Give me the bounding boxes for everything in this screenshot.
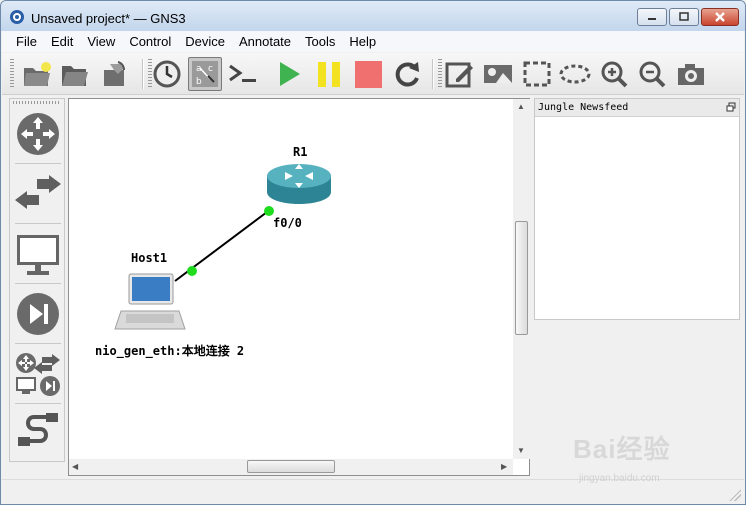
title-bar: Unsaved project* — GNS3 bbox=[1, 1, 745, 31]
reload-icon bbox=[395, 62, 419, 87]
main-toolbar: acb bbox=[2, 53, 744, 95]
all-devices-icon bbox=[16, 353, 60, 396]
app-window: Unsaved project* — GNS3 File Edit View C… bbox=[0, 0, 746, 505]
routers-icon bbox=[17, 113, 59, 155]
start-button[interactable] bbox=[272, 57, 306, 91]
stop-button[interactable] bbox=[351, 57, 385, 91]
menu-control[interactable]: Control bbox=[122, 31, 178, 52]
resize-grip-icon[interactable] bbox=[729, 489, 741, 501]
zoom-in-icon bbox=[601, 61, 628, 88]
screenshot-button[interactable] bbox=[674, 57, 708, 91]
add-link-icon bbox=[18, 413, 58, 446]
router-name-label[interactable]: R1 bbox=[293, 145, 307, 159]
gns3-app-icon bbox=[10, 10, 24, 24]
screenshot-icon bbox=[678, 64, 704, 85]
switches-button[interactable] bbox=[13, 165, 63, 223]
zoom-in-button[interactable] bbox=[597, 57, 631, 91]
open-project-button[interactable] bbox=[58, 57, 92, 91]
menu-annotate[interactable]: Annotate bbox=[232, 31, 298, 52]
end-devices-icon bbox=[17, 235, 59, 275]
menu-bar: File Edit View Control Device Annotate T… bbox=[2, 31, 744, 52]
zoom-out-button[interactable] bbox=[635, 57, 669, 91]
insert-picture-icon bbox=[484, 65, 512, 83]
console-button[interactable] bbox=[226, 57, 260, 91]
topology-drawing bbox=[114, 164, 331, 330]
svg-text:c: c bbox=[208, 64, 213, 74]
snapshot-clock-icon bbox=[153, 60, 181, 88]
zoom-out-icon bbox=[639, 61, 666, 88]
suspend-icon bbox=[318, 62, 340, 87]
draw-rectangle-button[interactable] bbox=[520, 57, 554, 91]
menu-view[interactable]: View bbox=[80, 31, 122, 52]
maximize-button[interactable] bbox=[669, 8, 699, 26]
draw-ellipse-button[interactable] bbox=[558, 57, 592, 91]
show-interface-labels-icon: a cb bbox=[192, 61, 218, 87]
watermark-url: jingyan.baidu.com bbox=[579, 473, 660, 484]
save-project-icon bbox=[104, 61, 125, 86]
insert-picture-button[interactable] bbox=[481, 57, 515, 91]
draw-rectangle-icon bbox=[523, 61, 551, 87]
router-port-label[interactable]: f0/0 bbox=[273, 216, 302, 230]
draw-ellipse-icon bbox=[559, 64, 591, 84]
vertical-scroll-thumb[interactable] bbox=[515, 221, 528, 335]
minimize-button[interactable] bbox=[637, 8, 667, 26]
scroll-left-icon[interactable]: ◀ bbox=[72, 462, 78, 471]
end-devices-button[interactable] bbox=[13, 225, 63, 283]
routers-button[interactable] bbox=[13, 105, 63, 163]
close-icon bbox=[715, 12, 725, 22]
router-r1-icon[interactable] bbox=[267, 164, 331, 204]
router-link-status-icon bbox=[264, 206, 274, 216]
device-sidebar bbox=[9, 98, 65, 462]
host-link-status-icon bbox=[187, 266, 197, 276]
canvas-vertical-scrollbar[interactable]: ▲ ▼ bbox=[513, 99, 530, 459]
scroll-right-icon[interactable]: ▶ bbox=[501, 462, 507, 471]
start-icon bbox=[280, 62, 300, 86]
add-note-button[interactable] bbox=[442, 57, 476, 91]
menu-device[interactable]: Device bbox=[178, 31, 232, 52]
host-interface-label[interactable]: nio_gen_eth:本地连接 2 bbox=[95, 342, 244, 359]
host1-computer-icon[interactable] bbox=[114, 273, 186, 330]
menu-help[interactable]: Help bbox=[342, 31, 383, 52]
watermark-logo: Bai经验 jingyan.baidu.com bbox=[573, 429, 713, 489]
open-project-icon bbox=[62, 66, 88, 86]
host-name-label[interactable]: Host1 bbox=[131, 251, 167, 265]
menu-file[interactable]: File bbox=[2, 31, 44, 52]
switches-icon bbox=[15, 175, 61, 209]
topology-canvas[interactable]: R1 f0/0 Host1 nio_gen_eth:本地连接 2 bbox=[68, 98, 530, 476]
add-link-button[interactable] bbox=[13, 405, 63, 463]
horizontal-scroll-thumb[interactable] bbox=[247, 460, 335, 473]
dock-header[interactable]: Jungle Newsfeed bbox=[535, 99, 739, 117]
scroll-down-icon[interactable]: ▼ bbox=[517, 446, 525, 455]
close-button[interactable] bbox=[701, 8, 739, 26]
security-devices-button[interactable] bbox=[13, 285, 63, 343]
scroll-up-icon[interactable]: ▲ bbox=[517, 102, 525, 111]
all-devices-button[interactable] bbox=[13, 345, 63, 403]
dock-title: Jungle Newsfeed bbox=[538, 102, 629, 113]
minimize-icon bbox=[648, 18, 656, 20]
window-title: Unsaved project* — GNS3 bbox=[31, 11, 186, 26]
newsfeed-dock: Jungle Newsfeed bbox=[534, 98, 740, 320]
svg-text:b: b bbox=[196, 77, 202, 87]
new-project-icon bbox=[24, 62, 51, 86]
console-icon bbox=[229, 64, 256, 82]
save-project-button[interactable] bbox=[98, 57, 132, 91]
canvas-horizontal-scrollbar[interactable]: ◀ ▶ bbox=[69, 459, 513, 475]
show-interface-labels-button[interactable]: acb bbox=[188, 57, 222, 91]
menu-tools[interactable]: Tools bbox=[298, 31, 342, 52]
suspend-button[interactable] bbox=[312, 57, 346, 91]
maximize-icon bbox=[679, 12, 689, 21]
snapshot-button[interactable] bbox=[150, 57, 184, 91]
toolbar-grip[interactable] bbox=[10, 59, 14, 89]
reload-button[interactable] bbox=[390, 57, 424, 91]
dock-float-icon[interactable] bbox=[726, 102, 736, 112]
add-note-icon bbox=[445, 62, 473, 88]
security-devices-icon bbox=[17, 293, 59, 335]
stop-icon bbox=[355, 61, 382, 88]
new-project-button[interactable] bbox=[20, 57, 54, 91]
menu-edit[interactable]: Edit bbox=[44, 31, 80, 52]
watermark-text: Bai经验 bbox=[573, 434, 671, 464]
